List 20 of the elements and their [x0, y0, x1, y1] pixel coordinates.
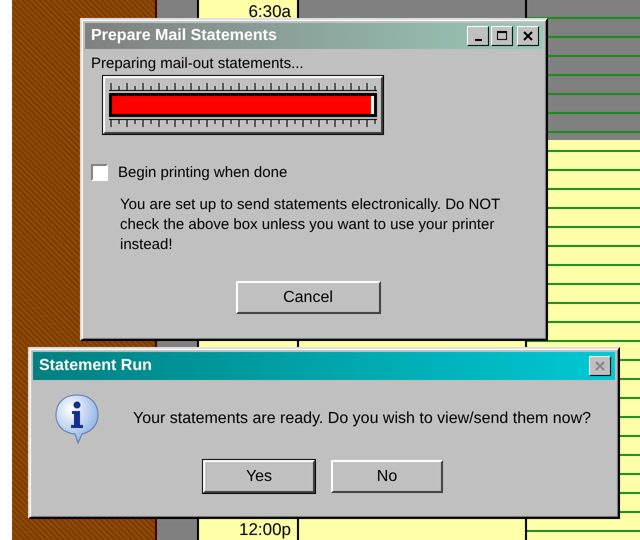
- note-text: You are set up to send statements electronically. Do NOT check the above box unless you want to use your printer instead!: [120, 195, 501, 255]
- cancel-button[interactable]: Cancel: [236, 281, 380, 314]
- message-text: Your statements are ready. Do you wish to view/send them now?: [133, 410, 592, 428]
- checkbox[interactable]: [91, 164, 108, 181]
- close-icon: [522, 31, 534, 41]
- window-title: Prepare Mail Statements: [91, 27, 277, 45]
- window-title: Statement Run: [39, 357, 152, 375]
- checkbox-label: Begin printing when done: [118, 164, 288, 181]
- no-button[interactable]: No: [331, 460, 443, 493]
- minimize-button[interactable]: [467, 26, 489, 46]
- time-label: 6:30a: [248, 2, 291, 22]
- status-text: Preparing mail-out statements...: [91, 55, 305, 72]
- close-button[interactable]: [517, 26, 539, 46]
- time-label: 12:00p: [239, 520, 291, 540]
- info-icon: [53, 392, 101, 446]
- maximize-icon: [496, 31, 508, 41]
- minimize-icon: [474, 39, 482, 41]
- yes-button[interactable]: Yes: [203, 460, 315, 493]
- maximize-button[interactable]: [491, 26, 513, 46]
- close-icon: [594, 361, 606, 371]
